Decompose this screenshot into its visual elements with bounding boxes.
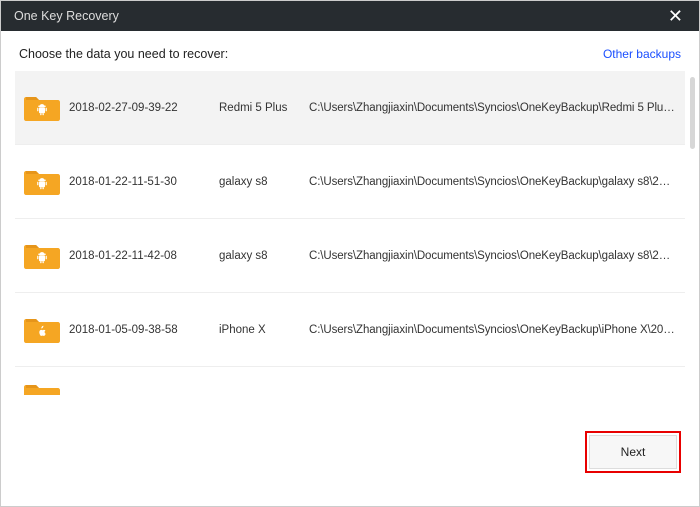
backup-date: 2018-01-22-11-51-30 bbox=[69, 176, 219, 188]
folder-apple-icon bbox=[15, 315, 69, 345]
backup-row[interactable]: 2018-01-22-11-51-30galaxy s8C:\Users\Zha… bbox=[15, 145, 685, 219]
scrollbar-thumb[interactable] bbox=[690, 77, 695, 149]
backup-device: galaxy s8 bbox=[219, 250, 309, 262]
window: One Key Recovery ✕ Choose the data you n… bbox=[0, 0, 700, 507]
backup-date: 2018-02-27-09-39-22 bbox=[69, 102, 219, 114]
folder-android-icon bbox=[15, 167, 69, 197]
backup-path: C:\Users\Zhangjiaxin\Documents\Syncios\O… bbox=[309, 324, 685, 336]
folder-android-icon bbox=[15, 93, 69, 123]
next-button-label: Next bbox=[621, 445, 646, 459]
backup-list: 2018-02-27-09-39-22Redmi 5 PlusC:\Users\… bbox=[15, 71, 685, 416]
backup-row-partial[interactable] bbox=[15, 367, 685, 395]
backup-device: iPhone X bbox=[219, 324, 309, 336]
backup-path: C:\Users\Zhangjiaxin\Documents\Syncios\O… bbox=[309, 102, 685, 114]
backup-row[interactable]: 2018-01-05-09-38-58iPhone XC:\Users\Zhan… bbox=[15, 293, 685, 367]
folder-android-icon bbox=[15, 241, 69, 271]
backup-device: Redmi 5 Plus bbox=[219, 102, 309, 114]
prompt-text: Choose the data you need to recover: bbox=[19, 47, 228, 61]
backup-date: 2018-01-05-09-38-58 bbox=[69, 324, 219, 336]
footer: Next bbox=[1, 416, 699, 506]
titlebar: One Key Recovery ✕ bbox=[1, 1, 699, 31]
next-button[interactable]: Next bbox=[589, 435, 677, 469]
backup-list-container: 2018-02-27-09-39-22Redmi 5 PlusC:\Users\… bbox=[1, 71, 699, 416]
close-icon[interactable]: ✕ bbox=[662, 5, 689, 27]
header-row: Choose the data you need to recover: Oth… bbox=[1, 31, 699, 71]
window-title: One Key Recovery bbox=[14, 9, 119, 23]
backup-path: C:\Users\Zhangjiaxin\Documents\Syncios\O… bbox=[309, 250, 685, 262]
backup-device: galaxy s8 bbox=[219, 176, 309, 188]
backup-date: 2018-01-22-11-42-08 bbox=[69, 250, 219, 262]
backup-row[interactable]: 2018-02-27-09-39-22Redmi 5 PlusC:\Users\… bbox=[15, 71, 685, 145]
other-backups-link[interactable]: Other backups bbox=[603, 47, 681, 61]
backup-path: C:\Users\Zhangjiaxin\Documents\Syncios\O… bbox=[309, 176, 685, 188]
next-button-highlight: Next bbox=[585, 431, 681, 473]
folder-android-icon bbox=[15, 367, 69, 395]
backup-row[interactable]: 2018-01-22-11-42-08galaxy s8C:\Users\Zha… bbox=[15, 219, 685, 293]
